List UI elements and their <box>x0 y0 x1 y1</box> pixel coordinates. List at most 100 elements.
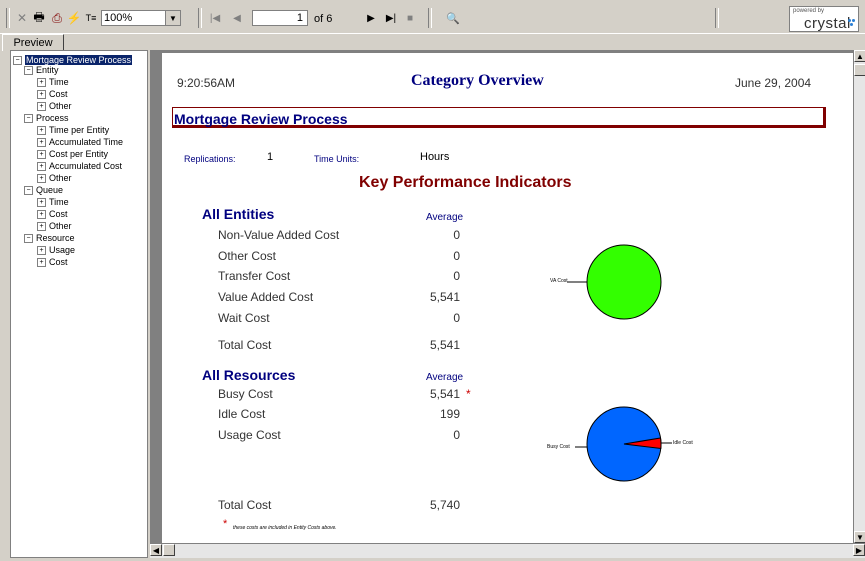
tree-group-resource[interactable]: − Resource <box>24 233 75 244</box>
brand-powered-text: powered by <box>793 8 825 14</box>
expand-icon[interactable]: + <box>37 174 46 184</box>
vertical-scrollbar[interactable]: ▲ ▼ <box>853 50 865 543</box>
tree-item[interactable]: + Other <box>37 101 72 112</box>
last-page-icon[interactable]: ▶| <box>384 9 398 27</box>
expand-icon[interactable]: + <box>37 78 46 88</box>
tree-item[interactable]: + Accumulated Time <box>37 137 123 148</box>
expand-icon[interactable]: + <box>37 102 46 112</box>
tree-item-label[interactable]: Accumulated Cost <box>49 161 122 171</box>
scroll-down-icon[interactable]: ▼ <box>854 531 865 543</box>
resource-row-value: 199 <box>439 407 460 421</box>
expand-icon[interactable]: + <box>37 198 46 208</box>
tree-item-label[interactable]: Other <box>49 221 72 231</box>
tree-item[interactable]: + Accumulated Cost <box>37 161 122 172</box>
tree-item-label[interactable]: Accumulated Time <box>49 137 123 147</box>
stop-icon[interactable]: ■ <box>403 9 417 27</box>
expand-icon[interactable]: + <box>37 150 46 160</box>
expand-icon[interactable]: + <box>37 258 46 268</box>
entity-row-label: Transfer Cost <box>218 269 291 283</box>
scroll-right-icon[interactable]: ▶ <box>853 544 865 556</box>
scroll-up-icon[interactable]: ▲ <box>854 50 865 62</box>
vertical-scroll-thumb[interactable] <box>854 64 865 76</box>
expand-icon[interactable]: + <box>37 246 46 256</box>
tree-group-label[interactable]: Process <box>36 113 69 123</box>
entities-average-header: Average <box>426 212 464 223</box>
resources-total-label: Total Cost <box>218 498 272 512</box>
tree-root[interactable]: − Mortgage Review Process <box>13 55 133 66</box>
tree-item[interactable]: + Time <box>37 77 69 88</box>
tree-item[interactable]: + Cost <box>37 89 68 100</box>
toggle-tree-icon[interactable]: T≡ <box>83 9 99 27</box>
entity-row-value: 0 <box>453 269 460 283</box>
tree-item-label[interactable]: Cost <box>49 89 68 99</box>
tree-group-label[interactable]: Resource <box>36 233 75 243</box>
page-number-input[interactable]: 1 <box>252 10 308 26</box>
brand-name-text: crystal <box>804 15 851 32</box>
tree-item[interactable]: + Time <box>37 197 69 208</box>
expand-icon[interactable]: + <box>37 222 46 232</box>
tree-group-label[interactable]: Queue <box>36 185 63 195</box>
tree-item[interactable]: + Usage <box>37 245 75 256</box>
search-icon[interactable]: 🔍 <box>445 9 461 27</box>
print-icon[interactable]: 🖶 <box>31 9 47 27</box>
first-page-icon[interactable]: |◀ <box>208 9 222 27</box>
refresh-icon[interactable]: ⚡ <box>66 9 82 27</box>
tree-item-label[interactable]: Time <box>49 77 69 87</box>
tree-item-label[interactable]: Other <box>49 173 72 183</box>
tree-item[interactable]: + Time per Entity <box>37 125 109 136</box>
collapse-icon[interactable]: − <box>24 66 33 76</box>
tree-group-queue[interactable]: − Queue <box>24 185 63 196</box>
tree-item[interactable]: + Other <box>37 221 72 232</box>
tree-group-label[interactable]: Entity <box>36 65 59 75</box>
collapse-icon[interactable]: − <box>24 114 33 124</box>
expand-icon[interactable]: + <box>37 90 46 100</box>
tree-item-label[interactable]: Usage <box>49 245 75 255</box>
crystal-logo: powered by crystal <box>789 6 859 32</box>
tree-item-label[interactable]: Other <box>49 101 72 111</box>
export-icon[interactable]: ⎙ <box>49 9 65 27</box>
entities-total-label: Total Cost <box>218 338 272 352</box>
tree-group-entity[interactable]: − Entity <box>24 65 59 76</box>
chevron-down-icon[interactable]: ▼ <box>165 11 180 25</box>
tree-item-label[interactable]: Cost <box>49 209 68 219</box>
tree-item-label[interactable]: Time per Entity <box>49 125 109 135</box>
report-viewer: 9:20:56AM Category Overview June 29, 200… <box>150 50 853 543</box>
tree-item[interactable]: + Cost per Entity <box>37 149 108 160</box>
horizontal-scrollbar[interactable]: ◀ ▶ <box>150 543 865 558</box>
tree-item[interactable]: + Cost <box>37 257 68 268</box>
tree-root-label[interactable]: Mortgage Review Process <box>25 55 133 65</box>
kpi-title: Key Performance Indicators <box>359 174 572 191</box>
zoom-select[interactable]: 100% ▼ <box>101 10 181 26</box>
expand-icon[interactable]: + <box>37 162 46 172</box>
entity-row-label: Other Cost <box>218 249 277 263</box>
previous-page-icon[interactable]: ◀ <box>230 9 244 27</box>
next-page-icon[interactable]: ▶ <box>364 9 378 27</box>
page-number-value: 1 <box>296 12 303 24</box>
scroll-left-icon[interactable]: ◀ <box>150 544 162 556</box>
collapse-icon[interactable]: − <box>24 186 33 196</box>
tree-item-label[interactable]: Cost <box>49 257 68 267</box>
tree-group-process[interactable]: − Process <box>24 113 69 124</box>
resource-row-mark: * <box>466 387 471 401</box>
pie-slice-va-cost <box>586 244 662 320</box>
expand-icon[interactable]: + <box>37 210 46 220</box>
zoom-value: 100% <box>104 12 133 24</box>
replications-value: 1 <box>267 151 274 163</box>
close-icon[interactable]: ✕ <box>14 9 30 27</box>
tab-preview[interactable]: Preview <box>2 34 64 51</box>
tree-item-label[interactable]: Time <box>49 197 69 207</box>
resource-row-label: Usage Cost <box>218 428 281 442</box>
replications-label: Replications: <box>184 154 236 164</box>
expand-icon[interactable]: + <box>37 126 46 136</box>
tree-item-label[interactable]: Cost per Entity <box>49 149 108 159</box>
collapse-icon[interactable]: − <box>13 56 22 66</box>
collapse-icon[interactable]: − <box>24 234 33 244</box>
resource-row-value: 5,541 <box>429 387 460 401</box>
report-time: 9:20:56AM <box>177 76 236 90</box>
resource-row-value: 0 <box>453 428 460 442</box>
horizontal-scroll-thumb[interactable] <box>163 544 175 556</box>
tree-item[interactable]: + Other <box>37 173 72 184</box>
tree-item[interactable]: + Cost <box>37 209 68 220</box>
toolbar-separator <box>715 8 719 28</box>
expand-icon[interactable]: + <box>37 138 46 148</box>
